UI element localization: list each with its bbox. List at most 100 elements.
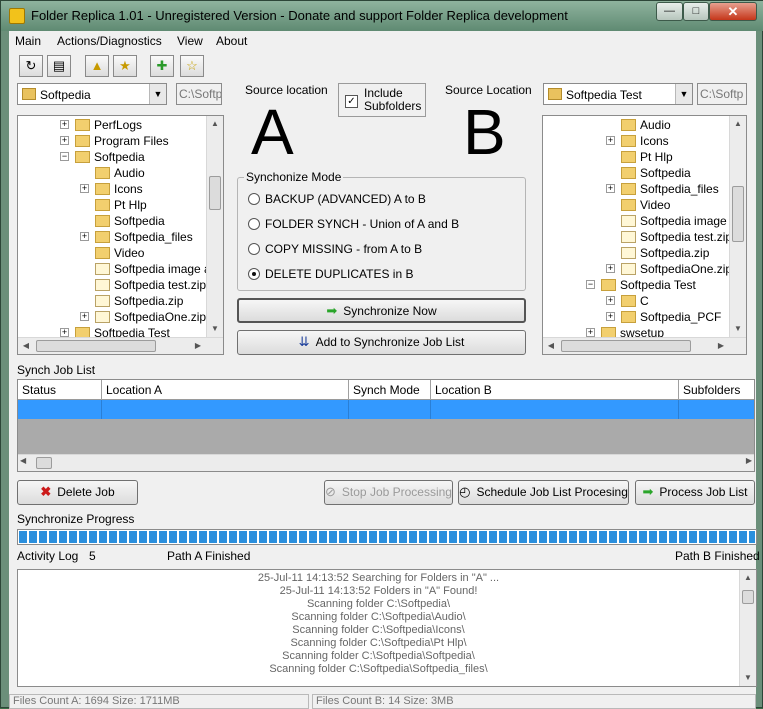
tree-item[interactable]: Softpedia image ar bbox=[606, 213, 729, 229]
star-icon[interactable]: ☆ bbox=[180, 55, 204, 77]
add-to-job-list-button[interactable]: ⇊ Add to Synchronize Job List bbox=[237, 330, 526, 355]
job-list-hscroll[interactable]: ◀ ▶ bbox=[18, 454, 754, 471]
scroll-up-icon[interactable]: ▲ bbox=[207, 116, 223, 132]
column-subfolders[interactable]: Subfolders bbox=[679, 380, 754, 400]
tree-item[interactable]: Video bbox=[606, 197, 670, 213]
tree-item[interactable]: Video bbox=[80, 245, 144, 261]
right-path-field[interactable]: C:\Softp bbox=[697, 83, 747, 105]
schedule-job-list-button[interactable]: ◴ Schedule Job List Procesing bbox=[458, 480, 629, 505]
mode-folder-synch-radio[interactable] bbox=[248, 218, 260, 230]
tree-item[interactable]: + PerfLogs bbox=[60, 117, 142, 133]
tree-item[interactable]: Audio bbox=[80, 165, 145, 181]
scroll-thumb[interactable] bbox=[36, 340, 156, 352]
tree-item[interactable]: Softpedia image ar bbox=[80, 261, 206, 277]
mode-backup-radio[interactable] bbox=[248, 193, 260, 205]
scroll-down-icon[interactable]: ▼ bbox=[740, 670, 756, 686]
scroll-thumb[interactable] bbox=[742, 590, 754, 604]
collapse-icon[interactable]: − bbox=[586, 280, 595, 290]
tree-item[interactable]: Softpedia test.zip bbox=[80, 277, 206, 293]
right-folder-tree[interactable]: Audio + Icons Pt Hlp Softpedia + Softpedia_fil… bbox=[542, 115, 747, 355]
tree-item[interactable]: Audio bbox=[606, 117, 671, 133]
tree-item[interactable]: Pt Hlp bbox=[606, 149, 673, 165]
mode-folder-synch-label[interactable]: FOLDER SYNCH - Union of A and B bbox=[265, 217, 459, 231]
tree-item[interactable]: + SoftpediaOne.zip bbox=[606, 261, 729, 277]
collapse-icon[interactable]: − bbox=[60, 152, 69, 162]
expand-icon[interactable]: + bbox=[606, 296, 615, 306]
menu-view[interactable]: View bbox=[177, 34, 203, 48]
expand-icon[interactable]: + bbox=[606, 184, 615, 194]
delete-job-button[interactable]: ✖ Delete Job bbox=[17, 480, 138, 505]
close-button[interactable]: ✕ bbox=[709, 2, 757, 21]
tree-item[interactable]: Softpedia test.zip bbox=[606, 229, 729, 245]
tree-item[interactable]: − Softpedia Test bbox=[586, 277, 696, 293]
scroll-thumb[interactable] bbox=[36, 457, 52, 469]
tree-item[interactable]: Softpedia bbox=[606, 165, 691, 181]
tree-item[interactable]: Pt Hlp bbox=[80, 197, 147, 213]
scroll-thumb[interactable] bbox=[561, 340, 691, 352]
expand-icon[interactable]: + bbox=[60, 120, 69, 130]
activity-log[interactable]: 25-Jul-11 14:13:52 Searching for Folders… bbox=[17, 569, 757, 687]
left-tree-vscroll[interactable]: ▲ ▼ bbox=[206, 116, 223, 337]
column-status[interactable]: Status bbox=[18, 380, 102, 400]
scroll-down-icon[interactable]: ▼ bbox=[730, 321, 746, 337]
tree-item[interactable]: + Softpedia_files bbox=[606, 181, 719, 197]
maximize-button[interactable]: □ bbox=[683, 2, 709, 21]
expand-icon[interactable]: + bbox=[606, 264, 615, 274]
scroll-thumb[interactable] bbox=[209, 176, 221, 210]
left-path-field[interactable]: C:\Softp bbox=[176, 83, 222, 105]
expand-icon[interactable]: + bbox=[80, 232, 89, 242]
tree-item[interactable]: Softpedia bbox=[80, 213, 165, 229]
table-row-selected[interactable] bbox=[18, 400, 754, 419]
mode-delete-duplicates-radio[interactable] bbox=[248, 268, 260, 280]
menu-about[interactable]: About bbox=[216, 34, 247, 48]
left-tree-hscroll[interactable]: ◀ ▶ bbox=[18, 337, 223, 354]
folder-up-icon[interactable]: ▲ bbox=[85, 55, 109, 77]
tree-item[interactable]: + Softpedia Test bbox=[60, 325, 170, 337]
tree-item[interactable]: + Program Files bbox=[60, 133, 169, 149]
include-subfolders-checkbox[interactable]: ✓ bbox=[345, 95, 358, 108]
tree-item[interactable]: + Icons bbox=[606, 133, 669, 149]
activity-log-vscroll[interactable]: ▲ ▼ bbox=[739, 570, 756, 686]
chevron-down-icon[interactable]: ▼ bbox=[675, 84, 692, 104]
expand-icon[interactable]: + bbox=[80, 184, 89, 194]
column-location-a[interactable]: Location A bbox=[102, 380, 349, 400]
tree-item[interactable]: + SoftpediaOne.zip bbox=[80, 309, 206, 325]
menu-actions-diagnostics[interactable]: Actions/Diagnostics bbox=[57, 34, 162, 48]
scroll-right-icon[interactable]: ▶ bbox=[190, 338, 206, 354]
scroll-right-icon[interactable]: ▶ bbox=[713, 338, 729, 354]
scroll-up-icon[interactable]: ▲ bbox=[730, 116, 746, 132]
left-folder-tree[interactable]: + PerfLogs + Program Files − Softpedia Audio + I… bbox=[17, 115, 224, 355]
expand-icon[interactable]: + bbox=[586, 328, 595, 337]
expand-icon[interactable]: + bbox=[80, 312, 89, 322]
left-drive-combo[interactable]: Softpedia ▼ bbox=[17, 83, 167, 105]
scroll-left-icon[interactable]: ◀ bbox=[543, 338, 559, 354]
column-location-b[interactable]: Location B bbox=[431, 380, 679, 400]
scroll-thumb[interactable] bbox=[732, 186, 744, 242]
tree-item[interactable]: Softpedia.zip bbox=[80, 293, 183, 309]
chevron-down-icon[interactable]: ▼ bbox=[149, 84, 166, 104]
scroll-right-icon[interactable]: ▶ bbox=[746, 456, 752, 465]
title-bar[interactable]: Folder Replica 1.01 - Unregistered Versi… bbox=[1, 1, 763, 31]
tree-item[interactable]: − Softpedia bbox=[60, 149, 145, 165]
stop-job-processing-button[interactable]: ⊘ Stop Job Processing bbox=[324, 480, 453, 505]
scroll-down-icon[interactable]: ▼ bbox=[207, 321, 223, 337]
mode-delete-duplicates-label[interactable]: DELETE DUPLICATES in B bbox=[265, 267, 414, 281]
expand-icon[interactable]: + bbox=[606, 136, 615, 146]
tree-item[interactable]: + Icons bbox=[80, 181, 143, 197]
minimize-button[interactable]: — bbox=[656, 2, 683, 21]
expand-icon[interactable]: + bbox=[60, 328, 69, 337]
right-tree-vscroll[interactable]: ▲ ▼ bbox=[729, 116, 746, 337]
folder-star-icon[interactable]: ★ bbox=[113, 55, 137, 77]
tree-item[interactable]: + Softpedia_files bbox=[80, 229, 193, 245]
column-synch-mode[interactable]: Synch Mode bbox=[349, 380, 431, 400]
scroll-up-icon[interactable]: ▲ bbox=[740, 570, 756, 586]
right-drive-combo[interactable]: Softpedia Test ▼ bbox=[543, 83, 693, 105]
process-job-list-button[interactable]: ➡ Process Job List bbox=[635, 480, 755, 505]
synchronize-now-button[interactable]: ➡ Synchronize Now bbox=[237, 298, 526, 323]
tree-item[interactable]: + C bbox=[606, 293, 649, 309]
menu-main[interactable]: Main bbox=[15, 34, 41, 48]
mode-backup-label[interactable]: BACKUP (ADVANCED) A to B bbox=[265, 192, 426, 206]
tree-item[interactable]: Softpedia.zip bbox=[606, 245, 709, 261]
expand-icon[interactable]: + bbox=[606, 312, 615, 322]
add-star-icon[interactable]: ✚ bbox=[150, 55, 174, 77]
